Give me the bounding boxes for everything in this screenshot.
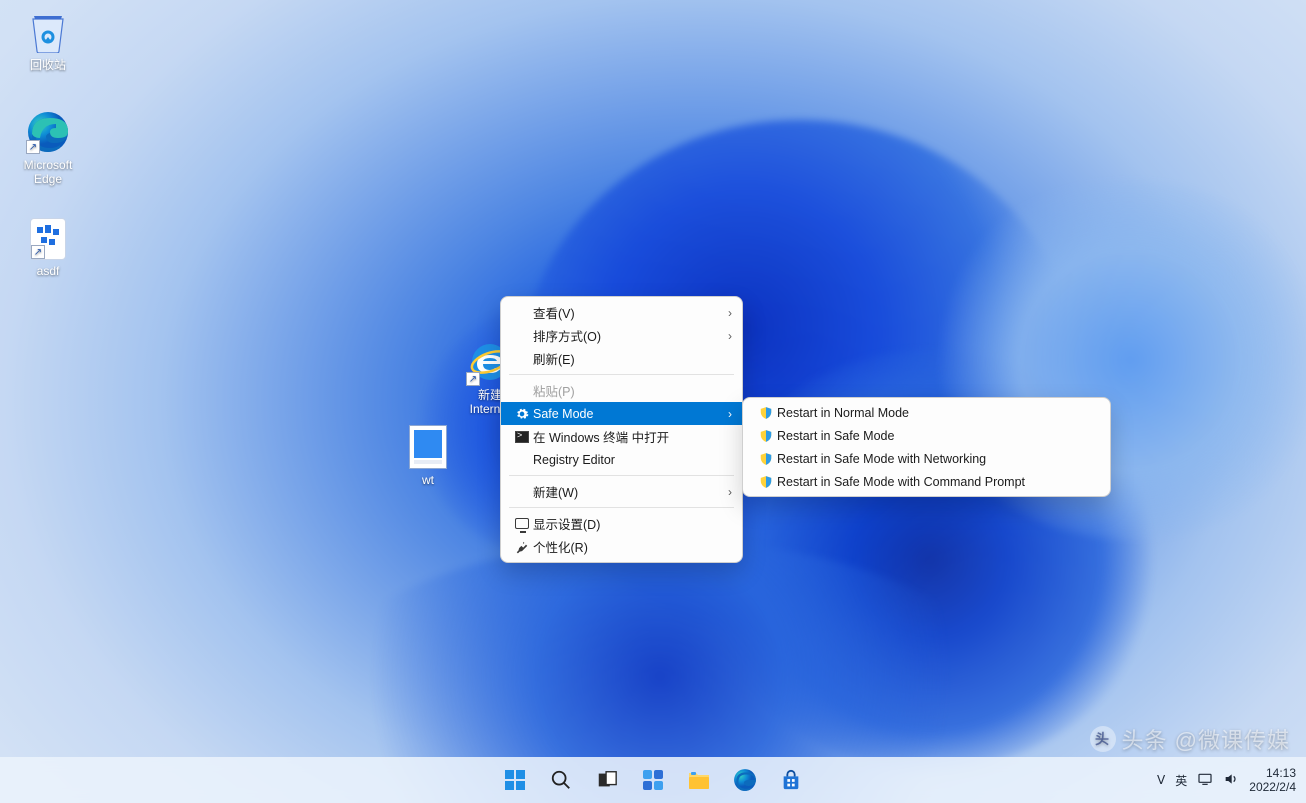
- menu-separator: [509, 475, 734, 476]
- file-explorer-button[interactable]: [679, 760, 719, 800]
- network-icon[interactable]: [1197, 771, 1213, 790]
- edge-icon: ↗: [26, 110, 70, 154]
- submenu-item-restart-normal[interactable]: Restart in Normal Mode: [743, 401, 1110, 424]
- desktop-icon-label: 回收站: [10, 58, 86, 72]
- tray-time: 14:13: [1249, 766, 1296, 780]
- menu-item-refresh[interactable]: 刷新(E): [501, 347, 742, 370]
- start-button[interactable]: [495, 760, 535, 800]
- submenu-item-restart-safe[interactable]: Restart in Safe Mode: [743, 424, 1110, 447]
- widgets-button[interactable]: [633, 760, 673, 800]
- shield-icon: [755, 452, 777, 466]
- desktop-icon-asdf[interactable]: ↗ asdf: [10, 218, 86, 278]
- tray-overflow-button[interactable]: ᐯ: [1157, 773, 1165, 787]
- shortcut-arrow-icon: ↗: [31, 245, 45, 259]
- taskbar: ᐯ 英 14:13 2022/2/4: [0, 757, 1306, 803]
- shortcut-arrow-icon: ↗: [466, 372, 480, 386]
- menu-item-registry-editor[interactable]: Registry Editor: [501, 448, 742, 471]
- safe-mode-submenu: Restart in Normal Mode Restart in Safe M…: [742, 397, 1111, 497]
- submenu-item-restart-safe-networking[interactable]: Restart in Safe Mode with Networking: [743, 447, 1110, 470]
- document-icon: [409, 425, 447, 469]
- paintbrush-icon: [511, 540, 533, 554]
- shield-icon: [755, 429, 777, 443]
- menu-item-personalize[interactable]: 个性化(R): [501, 535, 742, 558]
- taskbar-center-apps: [495, 760, 811, 800]
- shield-icon: [755, 475, 777, 489]
- submenu-item-restart-safe-cmd[interactable]: Restart in Safe Mode with Command Prompt: [743, 470, 1110, 493]
- shield-icon: [755, 406, 777, 420]
- desktop-icon-wt[interactable]: wt: [390, 425, 466, 487]
- menu-item-view[interactable]: 查看(V)›: [501, 301, 742, 324]
- system-tray: ᐯ 英 14:13 2022/2/4: [1157, 766, 1296, 794]
- search-button[interactable]: [541, 760, 581, 800]
- chevron-right-icon: ›: [728, 407, 732, 421]
- shortcut-arrow-icon: ↗: [26, 140, 40, 154]
- clock[interactable]: 14:13 2022/2/4: [1249, 766, 1296, 794]
- watermark-text: 头条 @微课传媒: [1122, 723, 1290, 755]
- terminal-icon: [511, 431, 533, 443]
- watermark-logo-icon: 头: [1090, 726, 1116, 752]
- menu-item-sort[interactable]: 排序方式(O)›: [501, 324, 742, 347]
- menu-item-new[interactable]: 新建(W)›: [501, 480, 742, 503]
- ime-indicator[interactable]: 英: [1175, 772, 1187, 789]
- desktop-context-menu: 查看(V)› 排序方式(O)› 刷新(E) 粘贴(P) Safe Mode› 在…: [500, 296, 743, 563]
- menu-separator: [509, 374, 734, 375]
- menu-item-safe-mode[interactable]: Safe Mode›: [501, 402, 742, 425]
- tray-date: 2022/2/4: [1249, 780, 1296, 794]
- desktop-icon-label: Microsoft Edge: [10, 158, 86, 186]
- edge-button[interactable]: [725, 760, 765, 800]
- gear-icon: [511, 407, 533, 421]
- task-view-button[interactable]: [587, 760, 627, 800]
- desktop-icon-recycle-bin[interactable]: 回收站: [10, 10, 86, 72]
- store-button[interactable]: [771, 760, 811, 800]
- chevron-right-icon: ›: [728, 329, 732, 343]
- chevron-right-icon: ›: [728, 485, 732, 499]
- menu-item-paste: 粘贴(P): [501, 379, 742, 402]
- desktop-icon-edge[interactable]: ↗ Microsoft Edge: [10, 110, 86, 186]
- installer-icon: ↗: [30, 218, 66, 260]
- menu-separator: [509, 507, 734, 508]
- menu-item-open-terminal[interactable]: 在 Windows 终端 中打开: [501, 425, 742, 448]
- menu-item-display-settings[interactable]: 显示设置(D): [501, 512, 742, 535]
- display-icon: [511, 518, 533, 529]
- chevron-right-icon: ›: [728, 306, 732, 320]
- desktop-icon-label: asdf: [10, 264, 86, 278]
- volume-icon[interactable]: [1223, 771, 1239, 790]
- desktop-icon-label: wt: [390, 473, 466, 487]
- watermark: 头 头条 @微课传媒: [1090, 723, 1290, 755]
- recycle-bin-icon: [26, 10, 70, 54]
